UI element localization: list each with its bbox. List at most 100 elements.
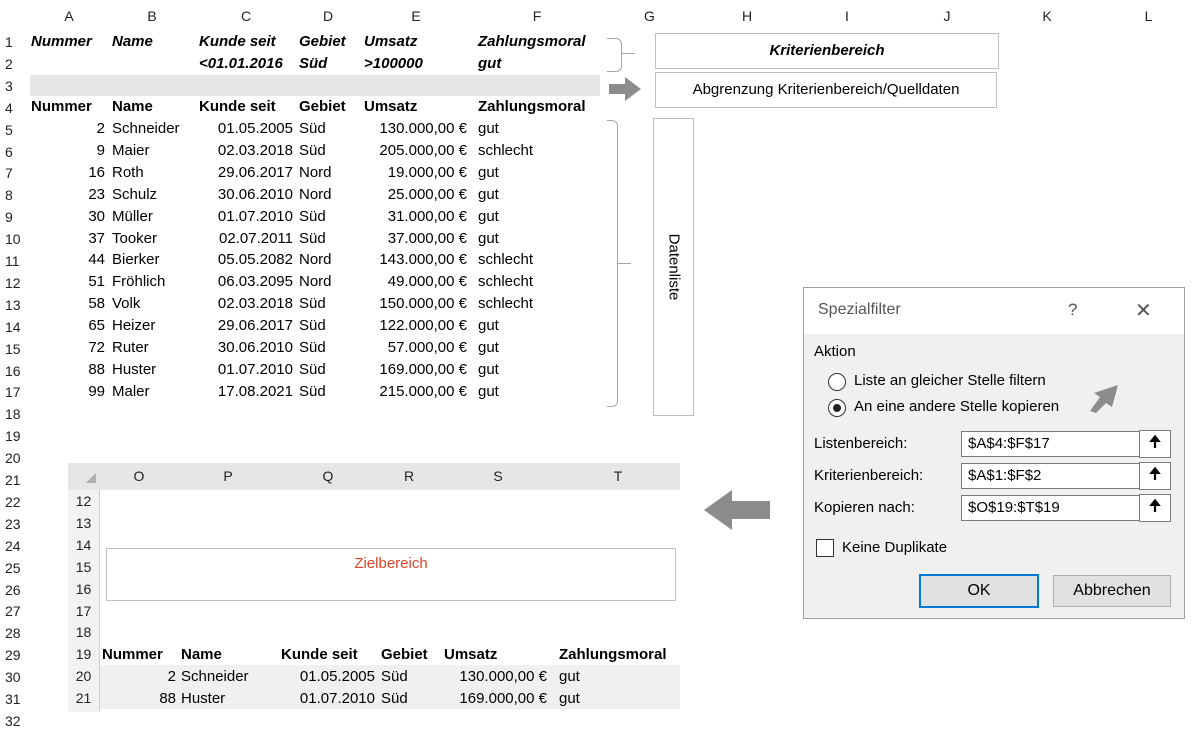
row-header[interactable]: 28 <box>0 622 35 644</box>
target-data-cell[interactable]: Süd <box>381 666 408 688</box>
data-cell[interactable]: 02.03.2018 <box>196 293 293 315</box>
data-cell[interactable]: Nord <box>299 271 332 293</box>
data-cell[interactable]: gut <box>478 184 499 206</box>
target-column-header-r[interactable]: R <box>378 468 440 484</box>
row-header[interactable]: 5 <box>0 119 35 141</box>
data-cell[interactable]: 37 <box>31 228 105 250</box>
data-cell[interactable]: 122.000,00 € <box>360 315 467 337</box>
kriterienbereich-field[interactable]: $A$1:$F$2 <box>961 463 1141 489</box>
row-header[interactable]: 21 <box>0 469 35 491</box>
data-cell[interactable]: Schneider <box>112 118 180 140</box>
data-cell[interactable]: 99 <box>31 381 105 403</box>
data-cell[interactable]: Tooker <box>112 228 157 250</box>
kopieren-nach-field[interactable]: $O$19:$T$19 <box>961 495 1141 521</box>
data-cell[interactable]: Süd <box>299 381 326 403</box>
data-cell[interactable]: 51 <box>31 271 105 293</box>
kopieren-nach-collapse-button[interactable]: 🠉 <box>1139 494 1171 522</box>
data-cell[interactable]: 30.06.2010 <box>196 337 293 359</box>
row-header[interactable]: 16 <box>0 360 35 382</box>
data-cell[interactable]: Nord <box>299 249 332 271</box>
data-cell[interactable]: gut <box>478 118 499 140</box>
target-column-header-o[interactable]: O <box>100 468 178 484</box>
data-cell[interactable]: 9 <box>31 140 105 162</box>
criteria-value-kunde-seit[interactable]: <01.01.2016 <box>199 53 283 75</box>
criteria-header-gebiet[interactable]: Gebiet <box>299 31 346 53</box>
data-header-name[interactable]: Name <box>112 96 153 118</box>
target-row-header[interactable]: 17 <box>68 600 99 622</box>
column-header-i[interactable]: I <box>797 8 897 28</box>
data-header-gebiet[interactable]: Gebiet <box>299 96 346 118</box>
target-data-cell[interactable]: 2 <box>100 666 176 688</box>
data-cell[interactable]: Huster <box>112 359 156 381</box>
data-cell[interactable]: 169.000,00 € <box>360 359 467 381</box>
target-data-cell[interactable]: Huster <box>181 688 225 710</box>
column-header-j[interactable]: J <box>897 8 997 28</box>
data-cell[interactable]: Maier <box>112 140 150 162</box>
row-header[interactable]: 22 <box>0 491 35 513</box>
target-data-cell[interactable]: Schneider <box>181 666 249 688</box>
data-cell[interactable]: gut <box>478 337 499 359</box>
row-header[interactable]: 15 <box>0 338 35 360</box>
target-row-header[interactable]: 16 <box>68 578 99 600</box>
target-column-header-p[interactable]: P <box>178 468 278 484</box>
data-cell[interactable]: Süd <box>299 206 326 228</box>
radio-copy-elsewhere-label[interactable]: An eine andere Stelle kopieren <box>854 398 1059 415</box>
data-cell[interactable]: gut <box>478 228 499 250</box>
help-button[interactable]: ? <box>1068 300 1077 320</box>
data-cell[interactable]: 72 <box>31 337 105 359</box>
row-header[interactable]: 14 <box>0 316 35 338</box>
row-header[interactable]: 32 <box>0 710 35 732</box>
target-data-cell[interactable]: 130.000,00 € <box>440 666 547 688</box>
data-cell[interactable]: 01.05.2005 <box>196 118 293 140</box>
data-cell[interactable]: 65 <box>31 315 105 337</box>
data-cell[interactable]: Ruter <box>112 337 149 359</box>
row-header[interactable]: 26 <box>0 579 35 601</box>
row-header[interactable]: 25 <box>0 557 35 579</box>
data-cell[interactable]: Süd <box>299 293 326 315</box>
target-row-header[interactable]: 14 <box>68 534 99 556</box>
column-header-h[interactable]: H <box>697 8 797 28</box>
data-cell[interactable]: 57.000,00 € <box>360 337 467 359</box>
row-header[interactable]: 13 <box>0 294 35 316</box>
column-header-c[interactable]: C <box>196 8 296 28</box>
target-row-header[interactable]: 12 <box>68 490 99 512</box>
data-cell[interactable]: 205.000,00 € <box>360 140 467 162</box>
column-header-k[interactable]: K <box>997 8 1097 28</box>
data-cell[interactable]: Bierker <box>112 249 160 271</box>
target-column-header-s[interactable]: S <box>440 468 556 484</box>
data-header-nummer[interactable]: Nummer <box>31 96 92 118</box>
data-header-umsatz[interactable]: Umsatz <box>364 96 417 118</box>
radio-filter-in-place[interactable] <box>828 373 846 391</box>
target-header-gebiet[interactable]: Gebiet <box>381 644 428 666</box>
criteria-value-umsatz[interactable]: >100000 <box>364 53 423 75</box>
row-header[interactable]: 2 <box>0 53 35 75</box>
data-cell[interactable]: gut <box>478 381 499 403</box>
target-row-header[interactable]: 18 <box>68 621 99 643</box>
data-cell[interactable]: 02.07.2011 <box>196 228 293 250</box>
target-row-header[interactable]: 19 <box>68 643 99 665</box>
data-cell[interactable]: Süd <box>299 315 326 337</box>
data-cell[interactable]: gut <box>478 315 499 337</box>
data-cell[interactable]: 215.000,00 € <box>360 381 467 403</box>
data-cell[interactable]: Süd <box>299 228 326 250</box>
data-cell[interactable]: 130.000,00 € <box>360 118 467 140</box>
data-cell[interactable]: Schulz <box>112 184 157 206</box>
row-header[interactable]: 29 <box>0 644 35 666</box>
data-cell[interactable]: schlecht <box>478 249 533 271</box>
target-header-zahlungsmoral[interactable]: Zahlungsmoral <box>559 644 667 666</box>
data-cell[interactable]: Roth <box>112 162 144 184</box>
data-cell[interactable]: Volk <box>112 293 140 315</box>
data-cell[interactable]: schlecht <box>478 271 533 293</box>
select-all-triangle-icon[interactable] <box>86 473 96 483</box>
row-header[interactable]: 23 <box>0 513 35 535</box>
close-icon[interactable]: ✕ <box>1135 298 1152 323</box>
cancel-button[interactable]: Abbrechen <box>1053 575 1171 607</box>
data-cell[interactable]: Süd <box>299 359 326 381</box>
target-row-header[interactable]: 13 <box>68 512 99 534</box>
target-header-nummer[interactable]: Nummer <box>102 644 163 666</box>
target-column-header-t[interactable]: T <box>556 468 680 484</box>
row-header[interactable]: 12 <box>0 272 35 294</box>
data-cell[interactable]: 143.000,00 € <box>360 249 467 271</box>
data-cell[interactable]: 44 <box>31 249 105 271</box>
row-header[interactable]: 27 <box>0 600 35 622</box>
